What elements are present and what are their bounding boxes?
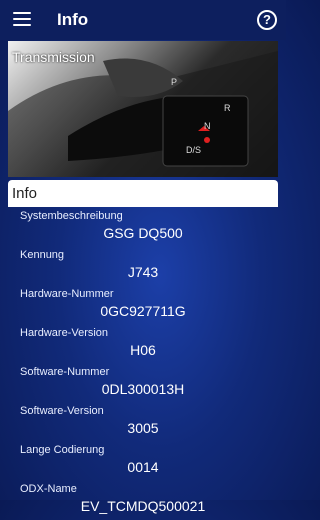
app-bar: Info ? [0,0,286,40]
info-row: Lange Codierung 0014 [8,442,278,481]
info-panel-header: Info [8,180,278,207]
info-value: 0014 [127,459,159,475]
gear-label-p: P [171,77,177,87]
menu-icon[interactable] [13,12,31,26]
page-title: Info [57,10,89,29]
info-label: ODX-Name [20,483,77,495]
info-row: Systembeschreibung GSG DQ500 [8,208,278,247]
info-label: Hardware-Version [20,327,109,339]
info-row: Hardware-Version H06 [8,325,278,364]
hero-title: Transmission [12,49,95,65]
info-panel: Info Systembeschreibung GSG DQ500 Kennun… [8,180,278,514]
gear-label-n: N [204,121,211,131]
info-value: EV_TCMDQ500021 [80,498,206,514]
info-row: ODX-Name EV_TCMDQ500021 [8,481,278,520]
info-label: Hardware-Nummer [20,288,114,300]
gear-label-ds: D/S [186,145,201,155]
info-value: GSG DQ500 [103,225,183,241]
info-label: Systembeschreibung [20,210,123,222]
info-row: Software-Nummer 0DL300013H [8,364,278,403]
info-label: Lange Codierung [20,444,105,456]
info-value: J743 [127,264,159,280]
transmission-image: P R N D/S Transmission [8,41,278,177]
info-label: Software-Nummer [20,366,110,378]
info-value: H06 [130,342,156,358]
help-icon[interactable]: ? [257,10,277,30]
info-value: 3005 [127,420,159,436]
info-value: 0DL300013H [101,381,185,397]
gear-label-r: R [224,103,231,113]
info-row: Kennung J743 [8,247,278,286]
info-row: Software-Version 3005 [8,403,278,442]
info-value: 0GC927711G [100,303,186,319]
info-label: Kennung [20,249,65,261]
info-panel-title: Info [12,185,38,202]
info-label: Software-Version [20,405,104,417]
info-row: Hardware-Nummer 0GC927711G [8,286,278,325]
